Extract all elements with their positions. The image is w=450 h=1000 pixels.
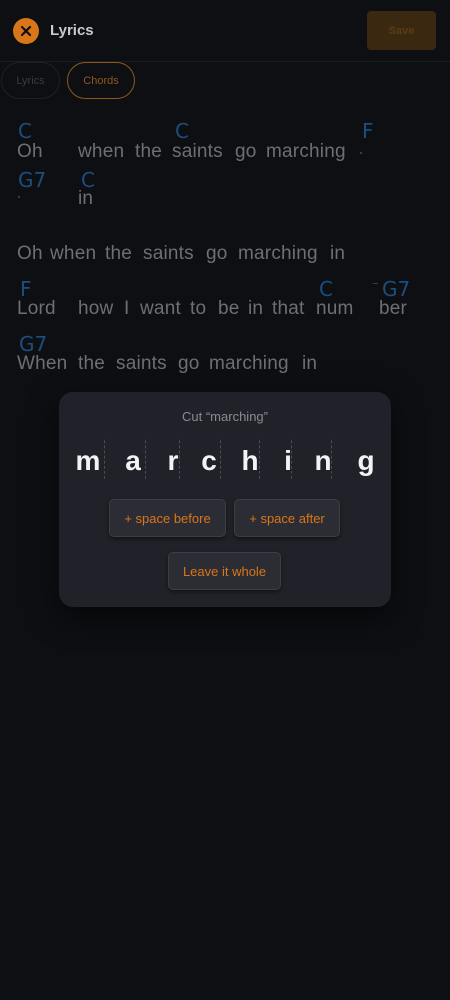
lyric-word[interactable]: num: [316, 298, 354, 320]
lyric-word[interactable]: saints: [116, 353, 167, 375]
page-title: Lyrics: [50, 22, 94, 39]
word-letter: g: [357, 445, 375, 476]
chord-label[interactable]: F: [20, 277, 32, 301]
chord-anchor-dot: [18, 196, 20, 198]
lyric-word[interactable]: in: [248, 298, 263, 320]
cut-point[interactable]: [220, 438, 224, 480]
lyric-word[interactable]: that: [272, 298, 305, 320]
close-icon: [20, 25, 32, 37]
cut-point[interactable]: [291, 438, 295, 480]
lyric-word[interactable]: be: [218, 298, 240, 320]
cut-point[interactable]: [145, 438, 149, 480]
chord-label[interactable]: G7: [382, 277, 410, 301]
word-letter: c: [201, 445, 217, 476]
cut-point[interactable]: [331, 438, 335, 480]
chord-label[interactable]: C: [175, 119, 189, 143]
cut-point[interactable]: [259, 438, 263, 480]
tab-chords[interactable]: Chords: [67, 62, 135, 99]
lyric-word[interactable]: when: [78, 141, 124, 163]
chord-anchor-dot: [373, 283, 378, 284]
lyric-word[interactable]: the: [78, 353, 105, 375]
dialog-title: Cut “marching”: [182, 409, 268, 424]
cut-point[interactable]: [179, 438, 183, 480]
leave-whole-button[interactable]: Leave it whole: [168, 552, 281, 590]
word-letter: i: [284, 445, 292, 476]
lyric-word[interactable]: go: [206, 243, 228, 265]
cut-word-dialog: Cut “marching” m a r c h i n g + space b…: [59, 392, 391, 607]
word-letter: a: [125, 445, 141, 476]
lyric-word[interactable]: marching: [209, 353, 289, 375]
lyric-word[interactable]: want: [140, 298, 181, 320]
lyric-word[interactable]: Oh: [17, 243, 43, 265]
lyric-word[interactable]: in: [330, 243, 345, 265]
lyric-word[interactable]: the: [135, 141, 162, 163]
lyric-word[interactable]: to: [190, 298, 206, 320]
chord-label[interactable]: G7: [18, 168, 46, 192]
lyric-word[interactable]: I: [124, 298, 129, 320]
tab-lyrics[interactable]: Lyrics: [1, 62, 60, 99]
lyric-word[interactable]: ber: [379, 298, 407, 320]
cut-point[interactable]: [104, 438, 108, 480]
close-button[interactable]: [13, 18, 39, 44]
lyric-word[interactable]: Oh: [17, 141, 43, 163]
lyric-word[interactable]: the: [105, 243, 132, 265]
lyric-word[interactable]: in: [78, 188, 93, 210]
lyric-word[interactable]: When: [17, 353, 67, 375]
chord-anchor-dot: [360, 152, 362, 154]
lyric-word[interactable]: marching: [266, 141, 346, 163]
lyric-word[interactable]: when: [50, 243, 96, 265]
chord-label[interactable]: G7: [19, 332, 47, 356]
lyric-word[interactable]: go: [235, 141, 257, 163]
chord-label[interactable]: C: [319, 277, 333, 301]
save-button[interactable]: Save: [367, 11, 436, 50]
chord-label[interactable]: C: [81, 168, 95, 192]
lyric-word[interactable]: saints: [172, 141, 223, 163]
lyric-word[interactable]: Lord: [17, 298, 56, 320]
lyric-word[interactable]: saints: [143, 243, 194, 265]
word-letter: m: [75, 445, 101, 476]
lyric-word[interactable]: marching: [238, 243, 318, 265]
space-before-button[interactable]: + space before: [109, 499, 226, 537]
lyric-word[interactable]: how: [78, 298, 113, 320]
space-after-button[interactable]: + space after: [234, 499, 340, 537]
app-header: Lyrics Save: [0, 0, 450, 62]
lyric-word[interactable]: in: [302, 353, 317, 375]
lyric-word[interactable]: go: [178, 353, 200, 375]
chord-label[interactable]: C: [18, 119, 32, 143]
chord-label[interactable]: F: [362, 119, 374, 143]
